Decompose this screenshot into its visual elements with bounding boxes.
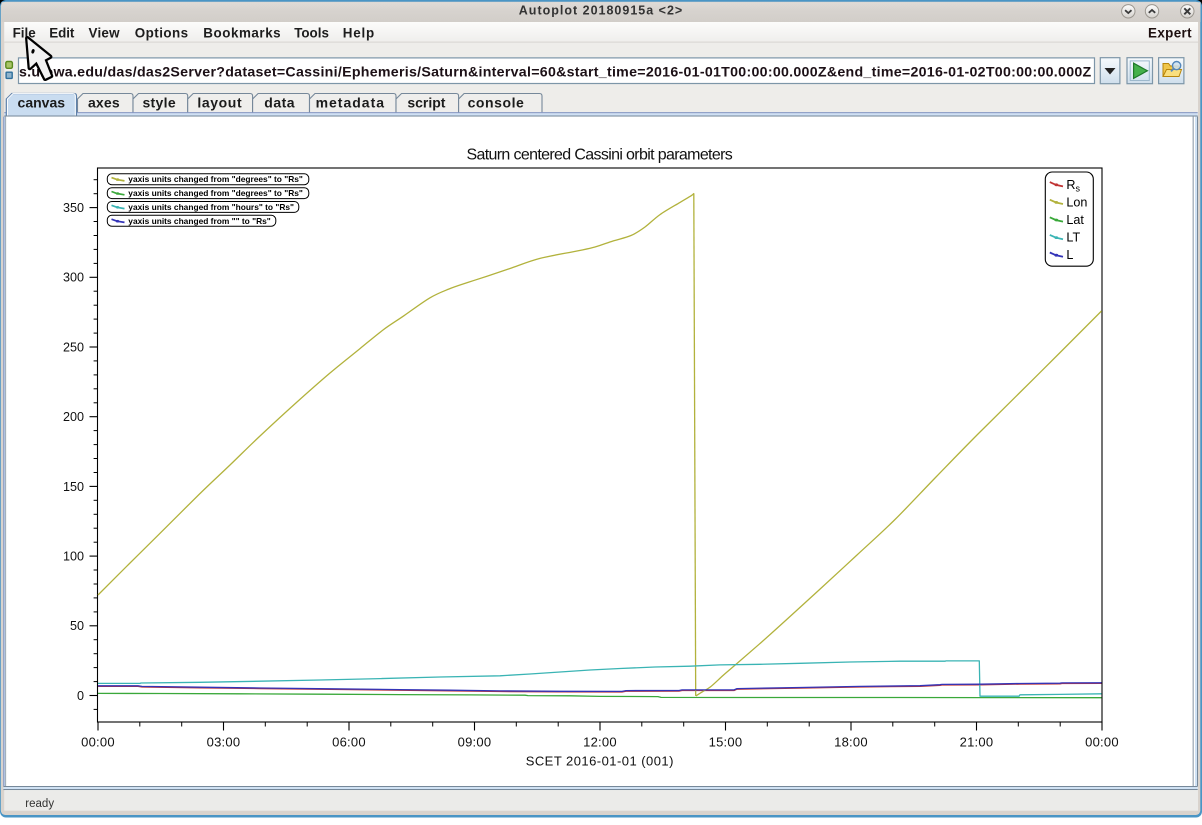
svg-text:0: 0 (77, 689, 84, 703)
svg-text:yaxis units changed from "degr: yaxis units changed from "degrees" to "R… (128, 174, 303, 184)
svg-text:data: data (264, 95, 295, 111)
svg-text:15:00: 15:00 (709, 735, 743, 750)
svg-text:00:00: 00:00 (1085, 735, 1119, 750)
svg-text:File: File (13, 26, 36, 41)
svg-text:console: console (468, 95, 525, 111)
svg-text:18:00: 18:00 (834, 735, 868, 750)
svg-text:L: L (1066, 248, 1073, 262)
svg-text:yaxis units changed from "degr: yaxis units changed from "degrees" to "R… (128, 188, 303, 198)
svg-text:script: script (407, 95, 445, 111)
svg-text:Expert: Expert (1148, 26, 1192, 41)
svg-text:canvas: canvas (18, 95, 66, 111)
svg-text:00:00: 00:00 (81, 735, 115, 750)
svg-text:Lat: Lat (1066, 213, 1084, 227)
svg-text:Saturn centered Cassini orbit: Saturn centered Cassini orbit parameters (466, 147, 732, 164)
svg-text:Help: Help (343, 26, 375, 41)
svg-text:layout: layout (197, 95, 242, 111)
svg-text:s.uiowa.edu/das/das2Server?dat: s.uiowa.edu/das/das2Server?dataset=Cassi… (19, 64, 1092, 80)
svg-text:250: 250 (63, 340, 84, 354)
svg-text:350: 350 (63, 201, 84, 215)
svg-text:100: 100 (63, 550, 84, 564)
svg-text:metadata: metadata (316, 95, 385, 111)
svg-text:LT: LT (1066, 231, 1080, 245)
svg-text:Bookmarks: Bookmarks (203, 26, 281, 41)
svg-text:Edit: Edit (49, 26, 75, 41)
svg-text:View: View (89, 26, 121, 41)
svg-text:axes: axes (88, 95, 120, 111)
svg-text:200: 200 (63, 410, 84, 424)
svg-text:Tools: Tools (294, 26, 329, 41)
svg-text:300: 300 (63, 271, 84, 285)
svg-text:Options: Options (135, 26, 189, 41)
svg-text:50: 50 (70, 619, 84, 633)
svg-text:06:00: 06:00 (332, 735, 366, 750)
svg-text:yaxis units changed from "hour: yaxis units changed from "hours" to "Rs" (128, 202, 294, 212)
svg-text:Autoplot 20180915a <2>: Autoplot 20180915a <2> (519, 4, 683, 18)
svg-text:Lon: Lon (1066, 195, 1087, 209)
svg-text:09:00: 09:00 (458, 735, 492, 750)
svg-text:03:00: 03:00 (207, 735, 241, 750)
svg-text:150: 150 (63, 480, 84, 494)
svg-text:SCET 2016-01-01 (001): SCET 2016-01-01 (001) (526, 754, 674, 769)
svg-text:style: style (142, 95, 176, 111)
svg-text:12:00: 12:00 (583, 735, 617, 750)
svg-text:21:00: 21:00 (960, 735, 994, 750)
svg-text:yaxis units changed from "" to: yaxis units changed from "" to "Rs" (128, 216, 270, 226)
svg-text:ready: ready (25, 798, 54, 810)
